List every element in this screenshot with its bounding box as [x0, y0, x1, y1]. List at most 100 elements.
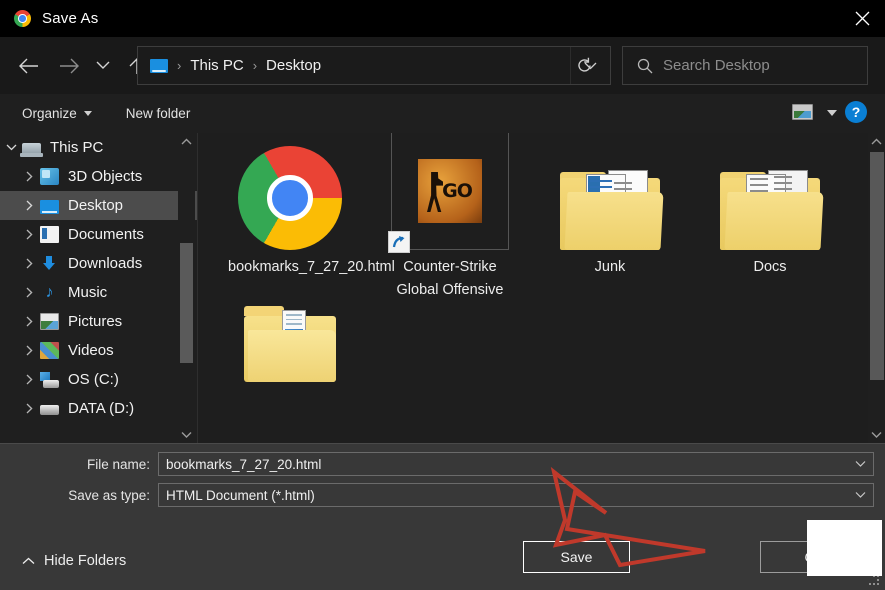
file-list-scrollbar[interactable] [868, 133, 885, 443]
save-as-type-select[interactable]: HTML Document (*.html) [158, 483, 874, 507]
chevron-right-icon[interactable] [18, 374, 40, 385]
tree-item-label: DATA (D:) [68, 400, 135, 417]
navigation-tree: This PC 3D Objects Desktop Documents Dow… [0, 133, 198, 443]
list-item[interactable]: Docs [690, 137, 850, 302]
list-item[interactable]: GO Counter-Strike Global Offensive [370, 133, 530, 302]
breadcrumb-separator-1: › [177, 58, 182, 73]
forward-icon[interactable] [54, 51, 84, 81]
command-bar: Organize New folder ? [0, 94, 885, 133]
file-name-input[interactable]: bookmarks_7_27_20.html [158, 452, 874, 476]
new-folder-button[interactable]: New folder [126, 106, 191, 121]
tree-item-label: 3D Objects [68, 168, 143, 185]
address-bar[interactable]: › This PC › Desktop [137, 46, 611, 85]
pictures-icon [40, 313, 59, 330]
documents-icon [40, 226, 59, 243]
chevron-up-icon [22, 553, 35, 569]
tree-item-label: OS (C:) [68, 371, 119, 388]
hide-folders-button[interactable]: Hide Folders [22, 553, 126, 569]
help-icon[interactable]: ? [845, 101, 867, 123]
tree-item-label: Videos [68, 342, 114, 359]
chevron-right-icon[interactable] [18, 200, 40, 211]
chevron-right-icon[interactable] [18, 229, 40, 240]
chevron-right-icon[interactable] [18, 316, 40, 327]
list-item[interactable]: bookmarks_7_27_20.html [210, 137, 395, 302]
folder-icon [550, 145, 670, 250]
search-icon [637, 58, 653, 74]
chevron-right-icon[interactable] [18, 403, 40, 414]
file-list-scrollbar-thumb[interactable] [870, 152, 884, 380]
save-as-dialog: s × b c Save As › This PC › Desktop [0, 0, 885, 590]
view-chevron-down-icon[interactable] [827, 110, 837, 116]
tree-item-videos[interactable]: Videos [0, 336, 198, 365]
chevron-right-icon[interactable] [18, 171, 40, 182]
chrome-icon [14, 10, 31, 27]
folder-icon [710, 145, 830, 250]
tree-item-downloads[interactable]: Downloads [0, 249, 198, 278]
tree-scrollbar[interactable] [178, 133, 195, 443]
tree-item-documents[interactable]: Documents [0, 220, 198, 249]
breadcrumb-separator-2: › [252, 58, 258, 73]
title-bar: Save As [0, 0, 885, 37]
desktop-icon [40, 199, 59, 214]
tree-item-3d-objects[interactable]: 3D Objects [0, 162, 198, 191]
search-box[interactable]: Search Desktop [622, 46, 868, 85]
downloads-icon [40, 255, 59, 272]
resize-grip-icon[interactable] [869, 575, 880, 586]
organize-button[interactable]: Organize [22, 106, 92, 121]
tree-item-desktop[interactable]: Desktop [0, 191, 198, 220]
chevron-right-icon[interactable] [18, 258, 40, 269]
list-item-label: Counter-Strike Global Offensive [396, 259, 504, 298]
chevron-down-icon[interactable] [868, 426, 885, 443]
chevron-right-icon[interactable] [18, 345, 40, 356]
chevron-up-icon[interactable] [178, 133, 195, 150]
tree-item-label: Music [68, 284, 108, 301]
file-name-value: bookmarks_7_27_20.html [166, 456, 322, 472]
chevron-up-icon[interactable] [868, 133, 885, 150]
refresh-icon[interactable] [560, 46, 608, 85]
folder-icon [244, 302, 336, 382]
chevron-down-icon[interactable] [178, 426, 195, 443]
view-layout-icon[interactable] [792, 104, 813, 120]
list-item[interactable]: Junk [530, 137, 690, 302]
chevron-down-icon[interactable] [0, 144, 22, 151]
tree-item-pictures[interactable]: Pictures [0, 307, 198, 336]
tree-scrollbar-thumb[interactable] [180, 243, 193, 363]
list-item[interactable] [210, 302, 370, 382]
back-icon[interactable] [13, 51, 43, 81]
tree-item-label: Desktop [68, 197, 124, 214]
chevron-right-icon[interactable] [18, 287, 40, 298]
organize-label: Organize [22, 106, 77, 121]
recent-locations-chevron-down-icon[interactable] [92, 51, 114, 81]
tree-item-data-d[interactable]: DATA (D:) [0, 394, 198, 423]
tree-item-label: Downloads [68, 255, 143, 272]
tree-item-label: Documents [68, 226, 144, 243]
divider [0, 443, 885, 444]
white-overlay-rectangle [807, 520, 882, 576]
breadcrumb-item-desktop[interactable]: Desktop [266, 57, 321, 74]
tree-item-os-c[interactable]: OS (C:) [0, 365, 198, 394]
tree-item-music[interactable]: ♪ Music [0, 278, 198, 307]
os-drive-icon [40, 371, 59, 388]
close-icon[interactable] [839, 0, 885, 37]
list-item-label: Junk [594, 259, 626, 275]
data-drive-icon [40, 400, 59, 417]
hide-folders-label: Hide Folders [44, 553, 127, 569]
save-as-type-value: HTML Document (*.html) [166, 487, 315, 503]
chevron-down-icon [83, 111, 92, 116]
list-item-label: bookmarks_7_27_20.html [228, 259, 395, 275]
search-input[interactable]: Search Desktop [663, 57, 770, 74]
file-grid: bookmarks_7_27_20.html GO Counter-Strike [210, 133, 885, 382]
chevron-down-icon[interactable] [855, 488, 866, 502]
breadcrumb-item-this-pc[interactable]: This PC [190, 57, 243, 74]
tree-item-this-pc[interactable]: This PC [0, 133, 198, 162]
file-list[interactable]: bookmarks_7_27_20.html GO Counter-Strike [198, 133, 885, 443]
chrome-html-file-icon [230, 145, 350, 250]
3d-objects-icon [40, 168, 59, 185]
shortcut-arrow-icon [388, 231, 410, 253]
chevron-down-icon[interactable] [855, 457, 866, 471]
tree-item-label: Pictures [68, 313, 123, 330]
save-button[interactable]: Save [523, 541, 630, 573]
list-item-label: Docs [753, 259, 787, 275]
tree-item-label: This PC [50, 139, 104, 156]
music-icon: ♪ [45, 284, 54, 301]
